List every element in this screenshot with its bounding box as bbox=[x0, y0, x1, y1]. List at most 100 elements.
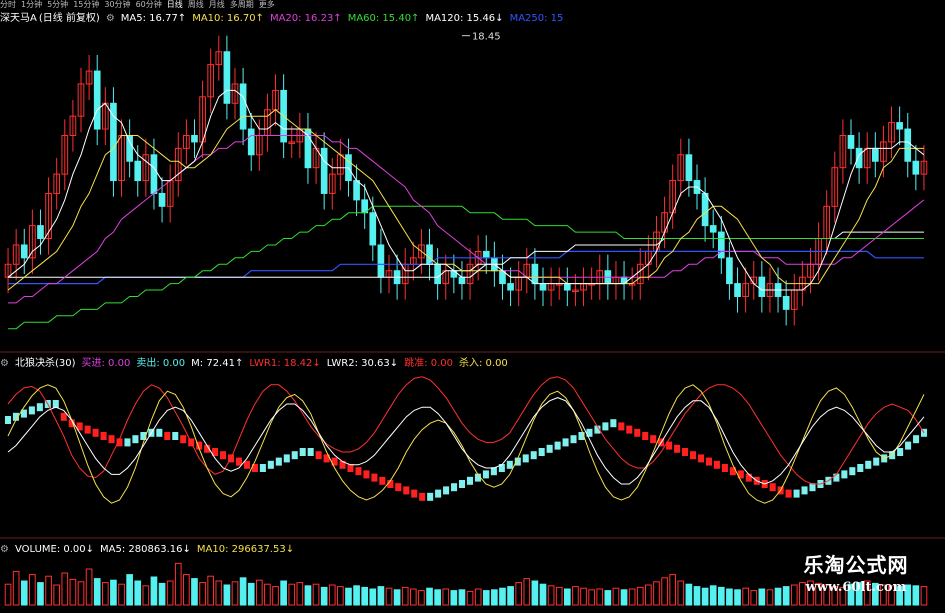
volume-bar bbox=[523, 578, 531, 606]
period-tab-7[interactable]: 周线 bbox=[188, 0, 204, 10]
candle-body bbox=[110, 102, 117, 182]
candle-body bbox=[223, 51, 231, 104]
gear-icon[interactable]: ⚙ bbox=[0, 358, 9, 369]
volume-bar bbox=[150, 576, 158, 606]
indicator-block bbox=[235, 457, 243, 466]
period-tab-6[interactable]: 日线 bbox=[167, 0, 183, 10]
chart-stage: 18.4514.04 bbox=[0, 0, 945, 609]
candle-body bbox=[37, 225, 44, 240]
volume-bar bbox=[555, 586, 563, 606]
volume-ma5: MA5: 280863.16↓ bbox=[100, 544, 191, 555]
indicator-block bbox=[443, 486, 450, 495]
candle-body bbox=[531, 263, 539, 285]
period-tab-3[interactable]: 15分钟 bbox=[73, 0, 99, 10]
jump-value: 跳准: 0.00 bbox=[404, 358, 453, 369]
buy-value: 买进: 0.00 bbox=[81, 358, 131, 369]
volume-bar bbox=[393, 589, 401, 606]
candle-body bbox=[896, 122, 903, 130]
volume-bar bbox=[239, 577, 247, 606]
volume-bar bbox=[69, 578, 77, 606]
volume-bar bbox=[45, 575, 52, 606]
indicator-block bbox=[562, 438, 569, 447]
period-tab-4[interactable]: 30分钟 bbox=[104, 0, 130, 10]
volume-bar bbox=[636, 586, 644, 606]
volume-bar bbox=[531, 580, 539, 606]
volume-bar bbox=[215, 580, 223, 606]
volume-bar bbox=[385, 587, 393, 606]
volume-bar bbox=[288, 583, 296, 606]
period-tab-8[interactable]: 月线 bbox=[209, 0, 225, 10]
volume-bar bbox=[361, 586, 369, 606]
indicator-block bbox=[259, 464, 266, 472]
indicator-block bbox=[315, 451, 322, 460]
volume-bar bbox=[207, 575, 215, 606]
indicator-block bbox=[857, 464, 864, 472]
indicator-block bbox=[275, 457, 282, 466]
period-tab-5[interactable]: 60分钟 bbox=[136, 0, 162, 10]
indicator-block bbox=[60, 412, 67, 421]
volume-bar bbox=[345, 587, 352, 606]
volume-bar bbox=[758, 588, 766, 606]
volume-bar bbox=[653, 581, 660, 606]
indicator-block bbox=[180, 435, 187, 444]
gear-icon[interactable]: ⚙ bbox=[106, 13, 115, 24]
indicator-block bbox=[897, 448, 904, 456]
volume-bar bbox=[296, 582, 304, 606]
volume-bar bbox=[158, 582, 166, 606]
volume-bar bbox=[726, 588, 733, 606]
volume-bar bbox=[766, 589, 774, 606]
period-tab-0[interactable]: 分时 bbox=[0, 0, 16, 10]
volume-bar bbox=[29, 574, 36, 606]
volume-bar bbox=[401, 586, 409, 606]
volume-header: ⚙ VOLUME: 0.00↓ MA5: 280863.16↓ MA10: 29663… bbox=[0, 543, 300, 557]
site-watermark: 乐淘公式网 www.60lt.com bbox=[781, 551, 931, 607]
indicator-block bbox=[689, 451, 697, 460]
indicator-block bbox=[307, 448, 314, 456]
period-tab-9[interactable]: 多周期 bbox=[230, 0, 254, 10]
period-tab-1[interactable]: 1分钟 bbox=[21, 0, 42, 10]
candle-body bbox=[426, 244, 433, 265]
watermark-url: www.60lt.com bbox=[805, 580, 907, 595]
candle-body bbox=[458, 276, 466, 285]
volume-bar bbox=[110, 579, 117, 606]
indicator-block bbox=[769, 483, 776, 492]
volume-bar bbox=[126, 574, 133, 606]
volume-bar bbox=[482, 590, 490, 606]
period-tab-10[interactable]: 更多 bbox=[259, 0, 275, 10]
indicator-block bbox=[156, 428, 163, 437]
volume-bar bbox=[272, 586, 279, 606]
volume-bar bbox=[491, 589, 498, 606]
candle-body bbox=[782, 295, 790, 310]
volume-bar bbox=[620, 589, 628, 606]
indicator-block bbox=[793, 489, 800, 498]
indicator-block bbox=[355, 467, 362, 476]
candle-body bbox=[320, 147, 328, 194]
volume-bar bbox=[596, 588, 604, 606]
indicator-block bbox=[841, 470, 848, 479]
candle-body bbox=[507, 283, 514, 291]
volume-bar bbox=[53, 584, 61, 606]
indicator-block bbox=[267, 460, 274, 469]
volume-bar bbox=[628, 588, 636, 606]
indicator-block bbox=[371, 473, 378, 482]
volume-bar bbox=[37, 582, 44, 606]
indicator-block bbox=[172, 432, 179, 440]
indicator-block bbox=[602, 422, 609, 431]
candle-body bbox=[734, 283, 741, 297]
indicator-block bbox=[705, 457, 712, 466]
gear-icon[interactable]: ⚙ bbox=[0, 544, 9, 555]
candle-body bbox=[369, 212, 377, 246]
volume-value: VOLUME: 0.00↓ bbox=[14, 544, 95, 555]
indicator-block bbox=[697, 454, 705, 463]
volume-bar bbox=[118, 583, 125, 606]
candle-body bbox=[126, 134, 133, 162]
volume-bar bbox=[563, 588, 571, 606]
indicator-block bbox=[506, 460, 513, 469]
ma10-value: MA10: 16.70↑ bbox=[192, 13, 264, 24]
indicator-block bbox=[849, 467, 856, 476]
candle-body bbox=[709, 225, 717, 233]
indicator-block bbox=[570, 435, 577, 444]
indicator-block bbox=[28, 406, 35, 415]
period-tab-2[interactable]: 5分钟 bbox=[47, 0, 68, 10]
indicator-block bbox=[522, 454, 529, 463]
